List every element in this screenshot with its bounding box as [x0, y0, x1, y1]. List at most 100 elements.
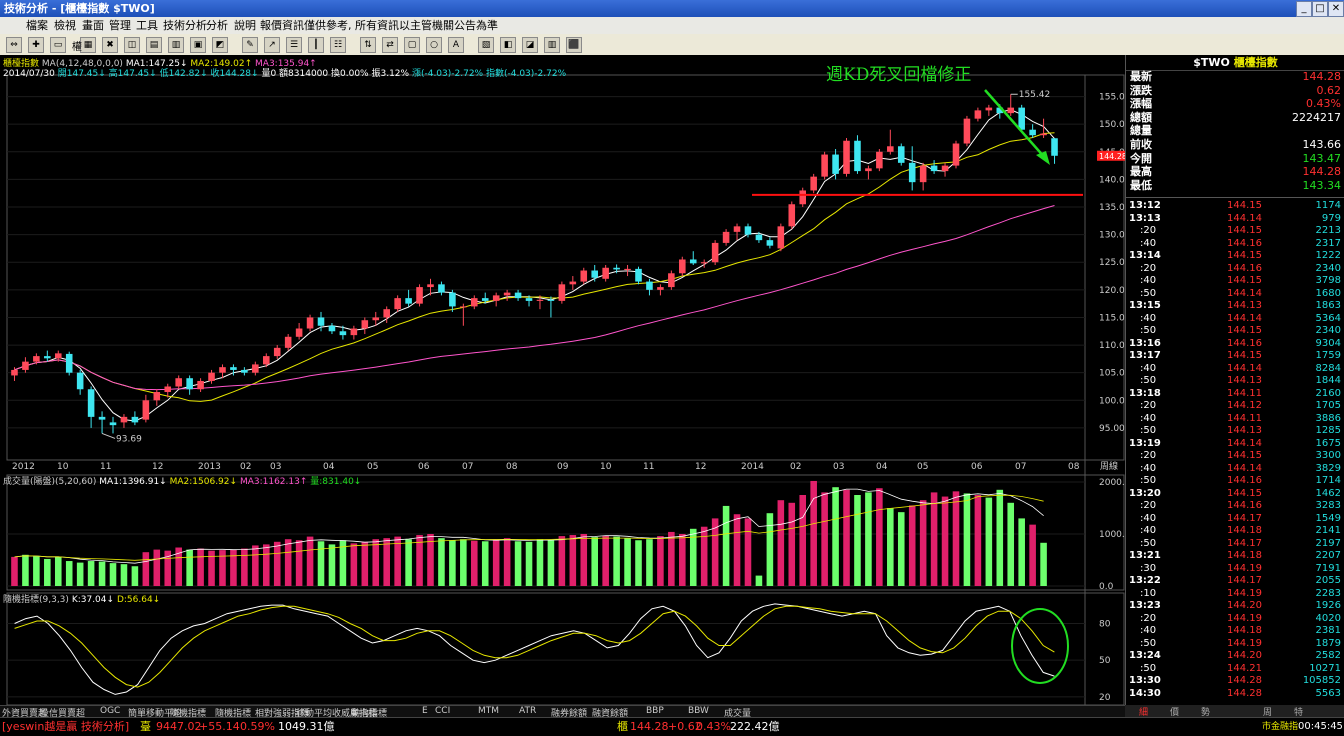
toolbar-tool-13-icon[interactable]: ┃: [308, 37, 324, 53]
toolbar-tool-23-icon[interactable]: ▥: [544, 37, 560, 53]
minimize-button[interactable]: _: [1296, 1, 1312, 17]
close-button[interactable]: ✕: [1328, 1, 1344, 17]
volume-bar: [843, 489, 850, 586]
menu-view[interactable]: 檢視: [54, 17, 76, 34]
tick-price: 144.16: [1227, 475, 1262, 486]
toolbar-tool-7-icon[interactable]: ▥: [168, 37, 184, 53]
indicator-tab-12[interactable]: MTM: [478, 706, 499, 716]
tick-row: :40 144.18 2141: [1126, 525, 1344, 537]
tick-price: 144.16: [1227, 337, 1262, 349]
menu-help[interactable]: 說明: [234, 17, 256, 34]
tick-row: :10 144.19 2283: [1126, 588, 1344, 600]
toolbar-tool-5-icon[interactable]: ◫: [124, 37, 140, 53]
toolbar-tool-12-icon[interactable]: ☰: [286, 37, 302, 53]
candle-body: [120, 416, 128, 423]
volume-bar: [525, 541, 533, 586]
candle-body: [230, 367, 237, 370]
tick-price: 144.17: [1227, 537, 1262, 549]
toolbar-tool-19-icon[interactable]: A: [448, 37, 464, 53]
menu-file[interactable]: 檔案: [26, 17, 48, 34]
toolbar-tool-2-icon[interactable]: ▭: [50, 37, 66, 53]
candle-body: [339, 331, 347, 336]
x-axis-label: 02: [240, 462, 251, 472]
tick-time: 13:18: [1129, 387, 1161, 399]
tick-price: 144.14: [1227, 362, 1262, 374]
toolbar-tool-10-icon[interactable]: ✎: [242, 37, 258, 53]
volume-bar: [350, 543, 358, 586]
indicator-tab-17[interactable]: BBW: [688, 706, 709, 716]
toolbar-tool-4-icon[interactable]: ✖: [102, 37, 118, 53]
menu-tools[interactable]: 工具: [136, 17, 158, 34]
quote-row-value: 143.34: [1302, 178, 1342, 192]
toolbar-tool-24-icon[interactable]: ⬛: [566, 37, 582, 53]
toolbar-tool-8-icon[interactable]: ▣: [190, 37, 206, 53]
candle-body: [547, 299, 555, 301]
toolbar-tool-3-icon[interactable]: ▦: [80, 37, 96, 53]
tick-row: :50 144.13 1844: [1126, 375, 1344, 387]
toolbar-tool-14-icon[interactable]: ☷: [330, 37, 346, 53]
indicator-tab-2[interactable]: OGC: [100, 706, 120, 716]
toolbar-rights-label[interactable]: 權: [72, 38, 82, 53]
tick-volume: 3798: [1315, 275, 1341, 286]
candle-body: [744, 226, 752, 235]
toolbar-tool-18-icon[interactable]: ○: [426, 37, 442, 53]
volume-bar: [613, 536, 620, 586]
quote-row-value: 0.62: [1316, 83, 1342, 97]
indicator-tab-16[interactable]: BBP: [646, 706, 664, 716]
volume-bar: [810, 480, 817, 586]
tick-price: 144.16: [1227, 500, 1262, 511]
toolbar-tool-22-icon[interactable]: ◪: [522, 37, 538, 53]
toolbar-tool-16-icon[interactable]: ⇄: [382, 37, 398, 53]
tick-row: :50 144.19 1879: [1126, 638, 1344, 650]
menu-analysis[interactable]: 分析: [206, 17, 228, 34]
candle-body: [722, 231, 730, 243]
toolbar-tool-20-icon[interactable]: ▧: [478, 37, 494, 53]
tick-row: 13:19 144.14 1675: [1126, 438, 1344, 450]
quote-row-value: 2224217: [1292, 110, 1341, 124]
volume-bar: [394, 536, 401, 586]
tick-time: :50: [1140, 325, 1157, 336]
menu-screen[interactable]: 畫面: [82, 17, 104, 34]
volume-bar: [799, 495, 807, 586]
maximize-button[interactable]: □: [1312, 1, 1328, 17]
tick-volume: 3283: [1315, 500, 1341, 511]
indicator-tab-10[interactable]: E: [422, 706, 428, 716]
tick-price: 144.11: [1227, 412, 1262, 424]
menu-manage[interactable]: 管理: [109, 17, 131, 34]
tick-volume: 8284: [1315, 362, 1341, 374]
tick-row: 13:16 144.16 9304: [1126, 338, 1344, 350]
toolbar-tool-17-icon[interactable]: ▢: [404, 37, 420, 53]
toolbar-tool-0-icon[interactable]: ⇔: [6, 37, 22, 53]
candle-body: [733, 226, 741, 232]
chart-area[interactable]: 155.00150.00145.00140.00135.00130.00125.…: [0, 55, 1125, 705]
tick-time: 14:30: [1129, 687, 1161, 699]
candle-body: [65, 353, 73, 373]
tick-time: :20: [1140, 262, 1157, 274]
tick-time: :40: [1140, 275, 1157, 286]
volume-bar: [98, 561, 106, 586]
indicator-tab-13[interactable]: ATR: [519, 706, 536, 716]
toolbar-tool-1-icon[interactable]: ✚: [28, 37, 44, 53]
toolbar-tool-15-icon[interactable]: ⇅: [360, 37, 376, 53]
price-tick-label: 110.00: [1099, 341, 1125, 351]
status-user: [yeswin越是贏 技術分析]: [2, 720, 130, 733]
amplitude-value: 振3.12%: [371, 69, 410, 79]
status-idx2-value: 144.28: [630, 720, 669, 733]
tick-row: :40 144.15 3798: [1126, 275, 1344, 287]
indicator-tab-11[interactable]: CCI: [435, 706, 450, 716]
toolbar-tool-6-icon[interactable]: ▤: [146, 37, 162, 53]
tick-volume: 1462: [1315, 487, 1341, 499]
toolbar-tool-9-icon[interactable]: ◩: [212, 37, 228, 53]
volume-bar: [252, 545, 259, 586]
toolbar-tool-21-icon[interactable]: ◧: [500, 37, 516, 53]
tick-price: 144.15: [1227, 200, 1262, 211]
menu-technical[interactable]: 技術分析: [163, 17, 207, 34]
quote-row-label: 今開: [1130, 151, 1152, 165]
volume-bar: [1029, 524, 1036, 586]
volume-bar: [985, 497, 993, 586]
tick-time: :50: [1140, 287, 1157, 299]
tick-volume: 2197: [1315, 537, 1341, 549]
tick-price: 144.13: [1227, 375, 1262, 386]
tick-volume: 3300: [1315, 450, 1341, 461]
toolbar-tool-11-icon[interactable]: ↗: [264, 37, 280, 53]
